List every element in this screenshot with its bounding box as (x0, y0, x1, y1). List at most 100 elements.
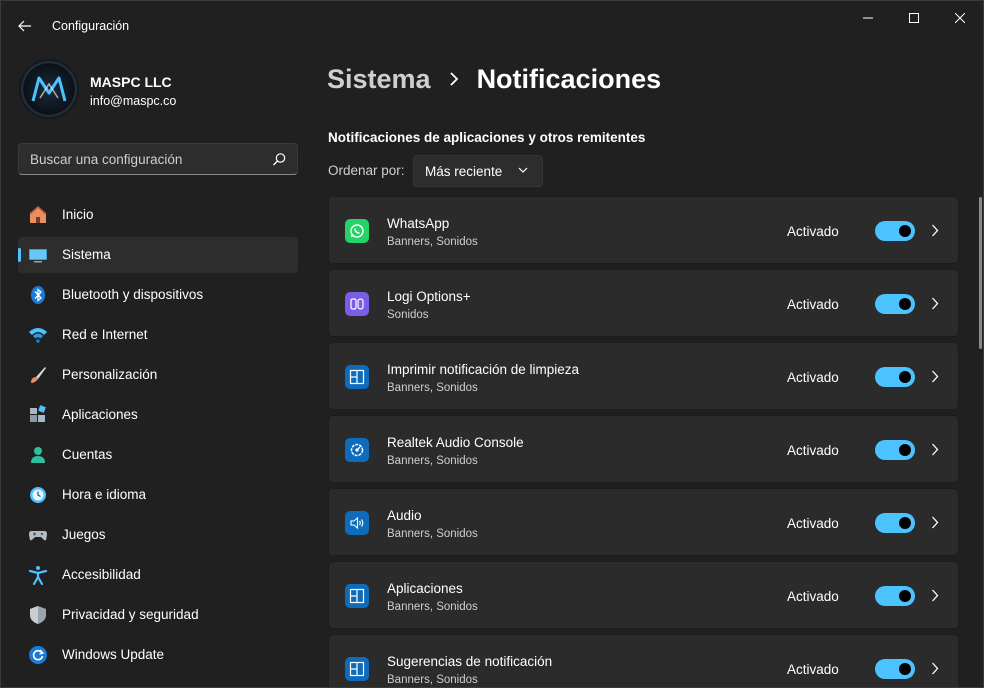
generic-app-icon (345, 365, 369, 389)
toggle-state-label: Activado (787, 443, 839, 458)
notification-toggle[interactable] (875, 659, 915, 679)
sidebar-item-personalizacion[interactable]: Personalización (18, 357, 298, 393)
app-name: Logi Options+ (387, 289, 471, 304)
toggle-knob (899, 225, 911, 237)
app-row-sugerencias[interactable]: Sugerencias de notificación Banners, Son… (328, 634, 959, 687)
chevron-right-icon[interactable] (931, 297, 939, 310)
notification-toggle[interactable] (875, 586, 915, 606)
logi-options-icon (345, 292, 369, 316)
sidebar-item-juegos[interactable]: Juegos (18, 517, 298, 553)
toggle-state-label: Activado (787, 589, 839, 604)
sidebar-item-inicio[interactable]: Inicio (18, 197, 298, 233)
chevron-right-icon[interactable] (931, 370, 939, 383)
app-notification-types: Banners, Sonidos (387, 455, 478, 467)
sort-label: Ordenar por: (328, 163, 405, 178)
chevron-right-icon[interactable] (931, 443, 939, 456)
system-icon (28, 245, 48, 265)
sidebar-item-label: Aplicaciones (62, 407, 138, 422)
app-name: Aplicaciones (387, 581, 463, 596)
sidebar-item-aplicaciones[interactable]: Aplicaciones (18, 397, 298, 433)
profile-email: info@maspc.co (90, 94, 177, 108)
notification-toggle[interactable] (875, 367, 915, 387)
sidebar-item-cuentas[interactable]: Cuentas (18, 437, 298, 473)
sidebar-item-label: Windows Update (62, 647, 165, 662)
wifi-icon (28, 325, 48, 345)
toggle-knob (899, 444, 911, 456)
window-title: Configuración (52, 19, 130, 33)
chevron-right-icon[interactable] (931, 662, 939, 675)
sidebar-item-accesibilidad[interactable]: Accesibilidad (18, 557, 298, 593)
profile-name: MASPC LLC (90, 74, 172, 90)
account-icon (28, 445, 48, 465)
maximize-icon (909, 13, 919, 23)
settings-window: Configuración MASPC LLC info@maspc.co Bu… (0, 0, 984, 688)
apps-icon (28, 405, 48, 425)
chevron-right-icon[interactable] (931, 224, 939, 237)
gamepad-icon (28, 525, 48, 545)
notification-toggle[interactable] (875, 294, 915, 314)
scrollbar[interactable] (979, 197, 982, 349)
maspc-logo-icon (31, 76, 67, 102)
back-arrow-icon (18, 20, 31, 32)
avatar (19, 59, 79, 119)
maximize-button[interactable] (891, 1, 937, 35)
toggle-state-label: Activado (787, 297, 839, 312)
app-notification-types: Banners, Sonidos (387, 601, 478, 613)
close-icon (955, 13, 965, 23)
app-row-realtek[interactable]: Realtek Audio Console Banners, Sonidos A… (328, 415, 959, 483)
notification-toggle[interactable] (875, 513, 915, 533)
chevron-right-icon[interactable] (931, 516, 939, 529)
search-icon[interactable] (272, 152, 287, 167)
brush-icon (28, 365, 48, 385)
breadcrumb-parent[interactable]: Sistema (327, 64, 431, 95)
notification-toggle[interactable] (875, 221, 915, 241)
sidebar-item-label: Inicio (62, 207, 94, 222)
minimize-icon (863, 17, 873, 19)
sidebar-item-red[interactable]: Red e Internet (18, 317, 298, 353)
app-row-audio[interactable]: Audio Banners, Sonidos Activado (328, 488, 959, 556)
back-button[interactable] (11, 13, 39, 39)
time-language-icon (28, 485, 48, 505)
generic-app-icon (345, 584, 369, 608)
app-notification-types: Banners, Sonidos (387, 528, 478, 540)
user-profile[interactable]: MASPC LLC info@maspc.co (19, 59, 299, 119)
whatsapp-icon (345, 219, 369, 243)
chevron-right-icon (449, 72, 459, 86)
sidebar-item-label: Privacidad y seguridad (62, 607, 199, 622)
title-bar: Configuración (1, 1, 983, 49)
app-row-aplicaciones[interactable]: Aplicaciones Banners, Sonidos Activado (328, 561, 959, 629)
app-row-whatsapp[interactable]: WhatsApp Banners, Sonidos Activado (328, 196, 959, 264)
sidebar-item-sistema[interactable]: Sistema (18, 237, 298, 273)
toggle-state-label: Activado (787, 224, 839, 239)
app-name: Audio (387, 508, 422, 523)
sidebar-item-label: Sistema (62, 247, 111, 262)
toggle-knob (899, 663, 911, 675)
app-notification-types: Banners, Sonidos (387, 382, 478, 394)
search-input[interactable]: Buscar una configuración (30, 152, 182, 167)
page-title: Notificaciones (476, 63, 662, 94)
sidebar-item-label: Accesibilidad (62, 567, 141, 582)
app-row-imprimir[interactable]: Imprimir notificación de limpieza Banner… (328, 342, 959, 410)
sidebar-item-label: Personalización (62, 367, 158, 382)
app-notification-types: Banners, Sonidos (387, 236, 478, 248)
sidebar-item-label: Cuentas (62, 447, 113, 462)
app-name: WhatsApp (387, 216, 450, 231)
chevron-right-icon[interactable] (931, 589, 939, 602)
sidebar-nav: Inicio Sistema Bluetooth y dispositivos … (18, 197, 298, 677)
sort-dropdown[interactable]: Más reciente (413, 155, 543, 187)
sidebar-item-hora[interactable]: Hora e idioma (18, 477, 298, 513)
app-name: Realtek Audio Console (387, 435, 524, 450)
sidebar-item-windows-update[interactable]: Windows Update (18, 637, 298, 673)
close-button[interactable] (937, 1, 983, 35)
notification-toggle[interactable] (875, 440, 915, 460)
search-box[interactable]: Buscar una configuración (18, 143, 298, 175)
app-name: Sugerencias de notificación (387, 654, 553, 669)
accessibility-icon (28, 565, 48, 585)
sidebar-item-label: Bluetooth y dispositivos (62, 287, 204, 302)
sidebar-item-bluetooth[interactable]: Bluetooth y dispositivos (18, 277, 298, 313)
app-notification-list: WhatsApp Banners, Sonidos Activado Logi … (328, 196, 959, 687)
app-row-logi-options[interactable]: Logi Options+ Sonidos Activado (328, 269, 959, 337)
minimize-button[interactable] (845, 1, 891, 35)
sidebar-item-privacidad[interactable]: Privacidad y seguridad (18, 597, 298, 633)
section-title: Notificaciones de aplicaciones y otros r… (328, 130, 646, 145)
